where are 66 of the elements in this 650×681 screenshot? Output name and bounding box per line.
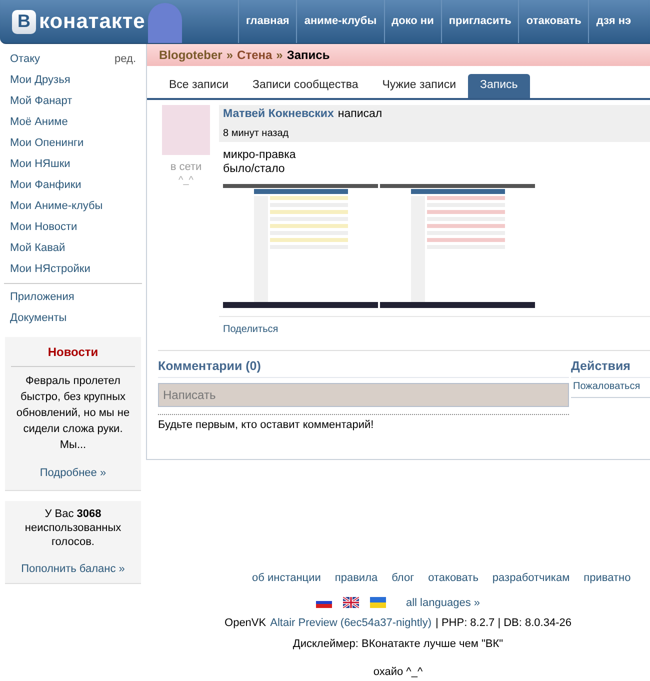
share-link[interactable]: Поделиться [219, 322, 278, 337]
footer-brand: OpenVK [224, 616, 266, 631]
breadcrumb-link[interactable]: Стена [237, 46, 272, 64]
online-status: в сети [170, 160, 202, 175]
news-title: Новости [11, 343, 135, 367]
footer-disclaimer: Дисклеймер: ВКонатакте лучше чем "ВК" [292, 636, 504, 652]
sidebar-link[interactable]: Мои НЯстройки [0, 259, 146, 280]
sidebar-link[interactable]: Мои Новости [0, 217, 146, 238]
post-action: написал [338, 107, 382, 122]
sidebar-link[interactable]: Мой Фанарт [0, 91, 146, 112]
version-link[interactable]: Altair Preview (6ec54a37-nightly) [270, 615, 432, 632]
status-face: ^_^ [178, 176, 194, 186]
news-text: Февраль пролетел быстро, без крупных обновлений, но мы не сидели сложа руки. Мы... [15, 374, 131, 453]
footer-link[interactable]: разработчикам [492, 570, 570, 586]
breadcrumb-separator: » [276, 47, 283, 64]
logo-text[interactable]: конатакте [39, 6, 146, 38]
breadcrumb-separator: » [226, 47, 234, 64]
sidebar-link[interactable]: Документы [0, 308, 146, 329]
sidebar-link[interactable]: Мой Кавай [0, 238, 146, 259]
comment-input[interactable]: Написать [158, 382, 569, 407]
nav-link[interactable]: дзя нэ [588, 0, 638, 43]
sidebar-link[interactable]: Мои Друзья [0, 70, 146, 91]
footer-greeting: охайо ^_^ [373, 665, 423, 680]
edit-link[interactable]: ред. [114, 51, 136, 68]
sidebar-link[interactable]: Моё Аниме [0, 112, 146, 133]
british-flag-icon[interactable] [342, 597, 359, 608]
top-up-link[interactable]: Пополнить баланс » [21, 560, 125, 577]
sidebar-link[interactable]: Мои НЯшки [0, 154, 146, 175]
post-text: микро-правка [223, 148, 297, 162]
screenshot-thumbnail[interactable] [223, 184, 378, 308]
sidebar-link[interactable]: Мои Опенинги [0, 133, 146, 154]
votes-text: У Вас 3068 неиспользованных голосов. [24, 506, 122, 548]
sidebar-link[interactable]: Приложения [0, 287, 146, 308]
post-text: было/стало [223, 162, 286, 176]
nav-link[interactable]: пригласить [440, 0, 518, 43]
sidebar-link[interactable]: Мои Фанфики [0, 175, 146, 196]
nav-link[interactable]: аниме-клубы [296, 0, 384, 43]
post-time: 8 минут назад [223, 126, 290, 141]
comments-title: Комментарии (0) [158, 357, 569, 378]
tab[interactable]: Чужие записи [370, 74, 468, 98]
screenshot-thumbnail[interactable] [380, 184, 535, 308]
empty-comments-text: Будьте первым, кто оставит комментарий! [158, 418, 375, 433]
footer-link[interactable]: блог [392, 570, 414, 586]
breadcrumb-link[interactable]: Blogoteber [159, 46, 222, 64]
breadcrumb-current: Запись [286, 47, 330, 64]
footer-link[interactable]: приватно [584, 570, 631, 586]
tab[interactable]: Записи сообщества [240, 74, 370, 98]
read-more-link[interactable]: Подробнее » [40, 465, 106, 482]
author-link[interactable]: Матвей Кокневских [223, 106, 334, 124]
footer-link[interactable]: отаковать [428, 570, 478, 586]
sidebar-link[interactable]: Отаку [10, 51, 40, 68]
nav-link[interactable]: отаковать [518, 0, 588, 43]
tab[interactable]: Запись [468, 74, 530, 98]
mascot-placeholder [148, 3, 182, 43]
actions-title: Действия [571, 357, 650, 378]
footer-tech-info: | PHP: 8.2.7 | DB: 8.0.34-26 [436, 616, 572, 631]
footer-link[interactable]: об инстанции [252, 570, 321, 586]
nav-link[interactable]: главная [238, 0, 296, 43]
report-link[interactable]: Пожаловаться [571, 378, 650, 398]
logo-letter[interactable]: В [12, 10, 36, 34]
ukrainian-flag-icon[interactable] [370, 597, 386, 608]
all-languages-link[interactable]: all languages » [406, 594, 480, 611]
footer-link[interactable]: правила [334, 570, 378, 586]
tab[interactable]: Все записи [157, 74, 241, 98]
nav-link[interactable]: доко ни [384, 0, 441, 43]
sidebar-link[interactable]: Мои Аниме-клубы [0, 196, 146, 217]
